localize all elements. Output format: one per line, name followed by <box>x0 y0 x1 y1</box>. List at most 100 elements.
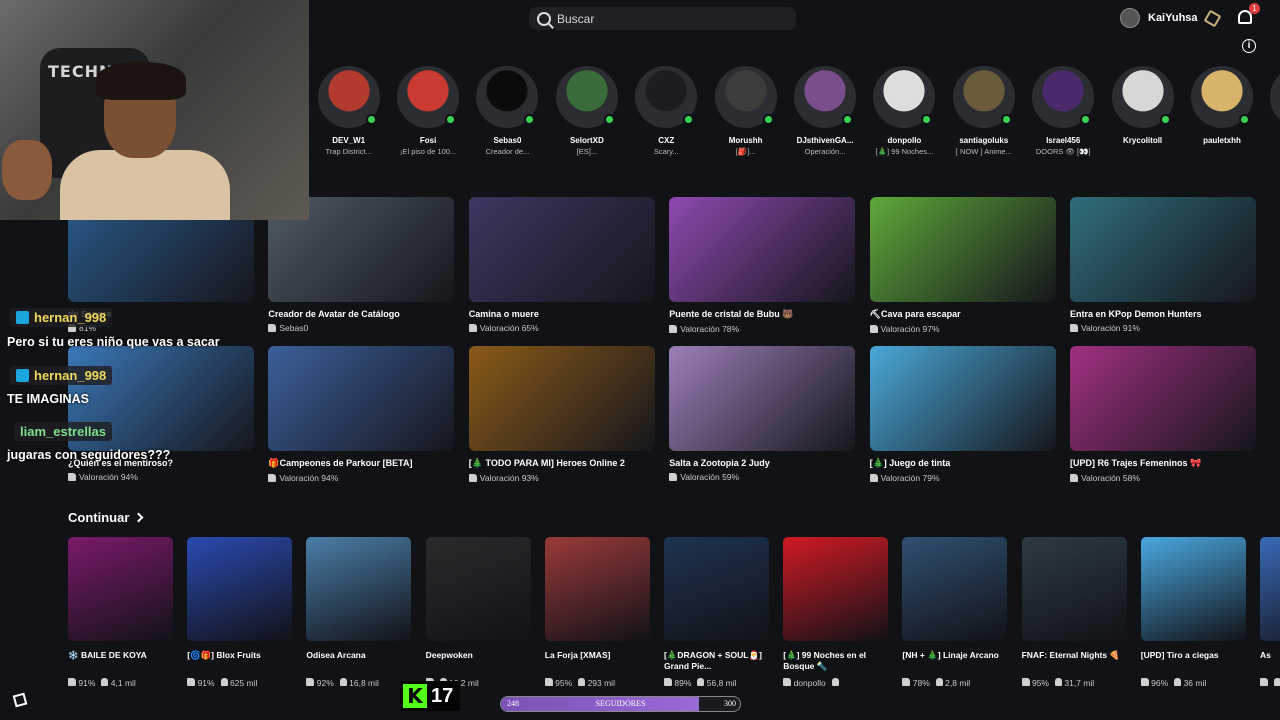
continue-header[interactable]: Continuar <box>68 510 144 525</box>
game-thumbnail[interactable] <box>902 537 1008 641</box>
continue-title[interactable]: Continuar <box>68 510 129 525</box>
game-title[interactable]: [🎄 TODO PARA MI] Heroes Online 2 <box>469 458 655 469</box>
friend-name[interactable]: DEV_W1 <box>309 136 388 145</box>
continue-card[interactable]: Odisea Arcana 92% 16,8 mil <box>306 537 412 688</box>
friend-avatar[interactable] <box>397 66 460 128</box>
friend-item[interactable]: SelortXD [ES]... <box>547 66 626 156</box>
game-thumbnail[interactable] <box>1140 537 1246 641</box>
friend-name[interactable]: Sebas0 <box>468 136 547 145</box>
friend-name[interactable]: pauletxhh <box>1182 136 1261 145</box>
info-icon[interactable]: i <box>1242 39 1256 53</box>
game-title[interactable]: [🌀🎁] Blox Fruits <box>187 650 292 672</box>
friend-item[interactable]: Sebas0 Creador de... <box>468 66 547 156</box>
game-thumbnail[interactable] <box>468 197 655 302</box>
chevron-right-icon[interactable] <box>133 512 144 523</box>
game-title[interactable]: [UPD] Tiro a ciegas <box>1141 650 1246 672</box>
username[interactable]: KaiYuhsa <box>1148 12 1198 24</box>
game-thumbnail[interactable] <box>468 346 655 451</box>
friend-name[interactable]: Fosi <box>388 136 467 145</box>
game-card[interactable]: [UPD] R6 Trajes Femeninos 🎀 Valoración 58… <box>1070 346 1256 483</box>
game-title[interactable]: [🎄] Juego de tinta <box>870 458 1056 469</box>
game-title[interactable]: Puente de cristal de Bubu 🐻 <box>669 309 855 320</box>
game-title[interactable]: Odisea Arcana <box>306 650 411 672</box>
game-card[interactable]: ⛏Cava para escapar Valoración 97% <box>869 197 1056 334</box>
game-thumbnail[interactable] <box>187 537 293 641</box>
continue-card[interactable]: [UPD] Tiro a ciegas 96% 36 mil <box>1140 537 1246 688</box>
game-title[interactable]: As <box>1260 650 1280 672</box>
game-card[interactable]: Puente de cristal de Bubu 🐻 Valoración 78… <box>669 197 856 334</box>
game-card[interactable]: [🎄] Juego de tinta Valoración 79% <box>869 346 1056 483</box>
friend-item[interactable]: Gansit <box>1262 66 1280 156</box>
friend-avatar[interactable] <box>952 66 1015 128</box>
game-title[interactable]: [UPD] R6 Trajes Femeninos 🎀 <box>1070 458 1256 469</box>
continue-card[interactable]: [🎄DRAGON + SOUL🎅] Grand Pie... 89% 56,8 … <box>664 537 769 688</box>
game-thumbnail[interactable] <box>1021 537 1127 641</box>
robux-icon[interactable] <box>1203 9 1222 28</box>
game-title[interactable]: Camina o muere <box>469 309 655 319</box>
friend-name[interactable]: Gansit <box>1262 136 1280 145</box>
friend-item[interactable]: pauletxhh <box>1182 66 1261 156</box>
friend-avatar[interactable] <box>714 66 777 128</box>
friend-name[interactable]: CXZ <box>627 136 706 145</box>
game-thumbnail[interactable] <box>869 346 1056 451</box>
game-thumbnail[interactable] <box>669 346 856 451</box>
game-title[interactable]: [NH + 🎄] Linaje Arcano <box>902 650 1007 672</box>
friend-avatar[interactable] <box>476 66 539 128</box>
continue-card[interactable]: [🎄] 99 Noches en el Bosque 🔦 donpollo <box>783 537 889 688</box>
search-input[interactable]: Buscar <box>557 12 594 26</box>
game-thumbnail[interactable] <box>268 346 455 451</box>
continue-card[interactable]: [🌀🎁] Blox Fruits 91% 625 mil <box>187 537 293 688</box>
friend-item[interactable]: Israel456 DOORS 👁 [👀] <box>1024 66 1103 156</box>
game-card[interactable]: Salta a Zootopia 2 Judy Valoración 59% <box>669 346 856 482</box>
friend-name[interactable]: Morushh <box>706 136 785 145</box>
game-title[interactable]: Creador de Avatar de Catálogo <box>268 309 454 319</box>
continue-card[interactable]: ❄️ BAILE DE KOYA 91% 4,1 mil <box>68 537 173 688</box>
friend-avatar[interactable] <box>1111 66 1174 128</box>
continue-card[interactable]: La Forja [XMAS] 95% 293 mil <box>544 537 650 688</box>
game-title[interactable]: 🎁Campeones de Parkour [BETA] <box>268 458 454 469</box>
avatar[interactable] <box>1120 8 1140 28</box>
friend-name[interactable]: Krycolitoll <box>1103 136 1182 145</box>
friend-item[interactable]: DEV_W1 Trap District... <box>309 66 388 156</box>
friend-item[interactable]: santiagoluks [ NOW ] Anime... <box>944 66 1023 156</box>
game-thumbnail[interactable] <box>783 537 889 641</box>
game-thumbnail[interactable] <box>544 537 650 641</box>
game-thumbnail[interactable] <box>1070 346 1256 451</box>
game-thumbnail[interactable] <box>869 197 1056 302</box>
friend-item[interactable]: DJsthivenGA... Operación... <box>785 66 864 156</box>
game-thumbnail[interactable] <box>669 197 856 302</box>
game-title[interactable]: Deepwoken <box>426 650 531 672</box>
search-bar[interactable]: Buscar <box>529 7 796 30</box>
friend-item[interactable]: Morushh [🎒]... <box>706 66 785 156</box>
friend-avatar[interactable] <box>1190 66 1253 128</box>
game-title[interactable]: La Forja [XMAS] <box>545 650 650 672</box>
friend-avatar[interactable] <box>794 66 857 128</box>
friend-item[interactable]: CXZ Scary... <box>627 66 706 156</box>
continue-card[interactable]: Deepwoken 10,2 mil <box>425 537 531 688</box>
friend-avatar[interactable] <box>1032 66 1095 128</box>
user-profile[interactable]: KaiYuhsa <box>1120 8 1198 28</box>
game-title[interactable]: [🎄DRAGON + SOUL🎅] Grand Pie... <box>664 650 769 672</box>
game-thumbnail[interactable] <box>664 537 769 641</box>
friend-avatar[interactable] <box>1270 66 1280 128</box>
friend-name[interactable]: santiagoluks <box>944 136 1023 145</box>
friend-avatar[interactable] <box>635 66 698 128</box>
friend-avatar[interactable] <box>555 66 618 128</box>
game-title[interactable]: Salta a Zootopia 2 Judy <box>669 458 855 468</box>
game-thumbnail[interactable] <box>68 537 173 641</box>
game-card[interactable]: Entra en KPop Demon Hunters Valoración 91… <box>1070 197 1256 333</box>
game-thumbnail[interactable] <box>306 537 412 641</box>
game-title[interactable]: ⛏Cava para escapar <box>870 309 1056 320</box>
continue-card[interactable]: As <box>1260 537 1280 688</box>
friend-item[interactable]: Fosi ¡El piso de 100... <box>388 66 467 156</box>
game-title[interactable]: FNAF: Eternal Nights 🍕 <box>1022 650 1127 672</box>
friend-name[interactable]: DJsthivenGA... <box>785 136 864 145</box>
continue-card[interactable]: [NH + 🎄] Linaje Arcano 78% 2,8 mil <box>902 537 1008 688</box>
game-card[interactable]: [🎄 TODO PARA MI] Heroes Online 2 Valoraci… <box>468 346 655 483</box>
game-thumbnail[interactable] <box>1260 537 1280 641</box>
roblox-logo-icon[interactable] <box>12 692 28 708</box>
game-title[interactable]: ❄️ BAILE DE KOYA <box>68 650 173 672</box>
friend-name[interactable]: donpollo <box>865 136 944 145</box>
game-card[interactable]: Camina o muere Valoración 65% <box>468 197 655 333</box>
friend-name[interactable]: Israel456 <box>1024 136 1103 145</box>
